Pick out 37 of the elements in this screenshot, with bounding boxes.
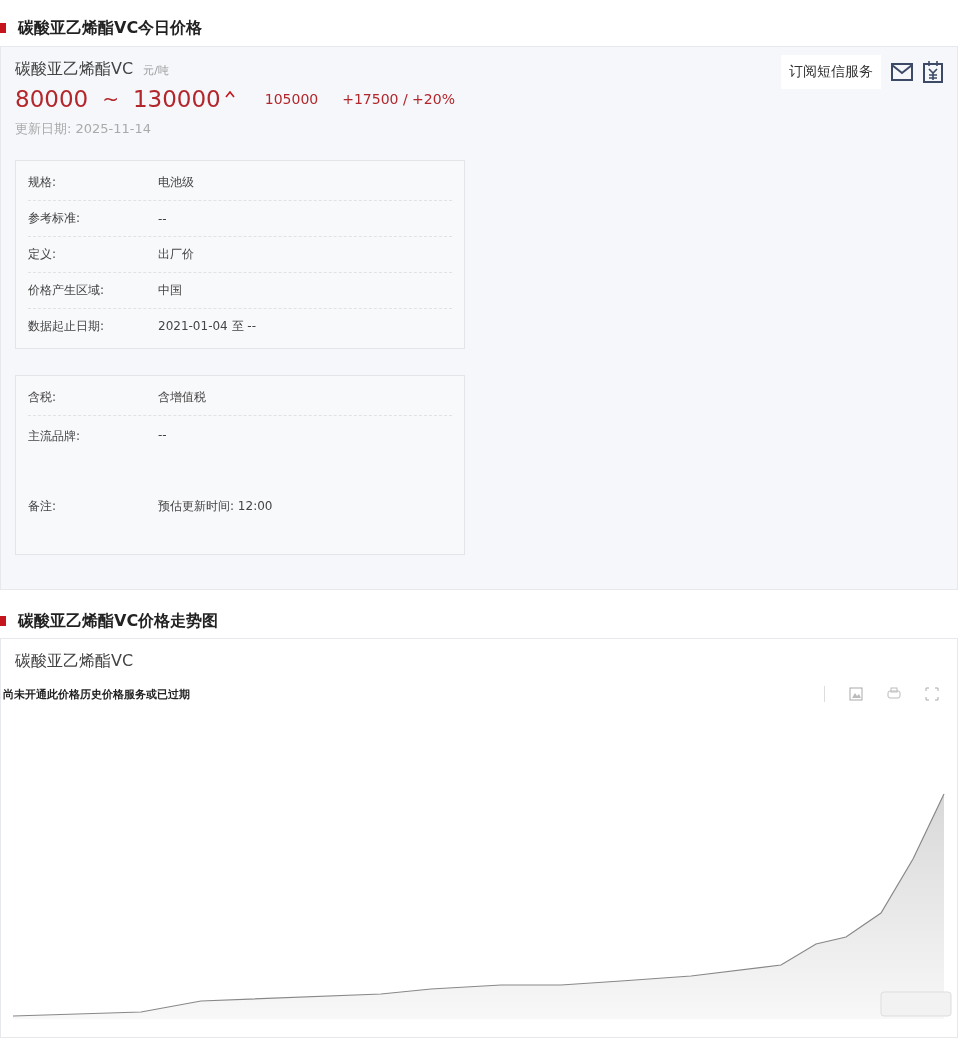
fullscreen-icon[interactable] bbox=[925, 687, 939, 701]
price-high: 130000 bbox=[132, 86, 221, 112]
spec-value: -- bbox=[158, 428, 167, 442]
section-title: 碳酸亚乙烯酯VC价格走势图 bbox=[18, 610, 219, 632]
price-change: +17500 / +20% bbox=[342, 91, 455, 107]
up-caret-icon bbox=[224, 90, 235, 98]
mail-icon[interactable] bbox=[891, 63, 913, 81]
spec-label: 参考标准: bbox=[28, 210, 82, 227]
spec-value: 2021-01-04 至 -- bbox=[158, 318, 257, 335]
spec-label: 主流品牌: bbox=[28, 428, 82, 445]
spec-label: 规格: bbox=[28, 174, 58, 191]
product-name: 碳酸亚乙烯酯VC bbox=[15, 59, 134, 80]
yen-calendar-icon[interactable] bbox=[923, 61, 943, 83]
section-marker bbox=[0, 23, 6, 33]
update-date: 更新日期: 2025-11-14 bbox=[15, 120, 153, 138]
spec-label: 价格产生区域: bbox=[28, 282, 106, 299]
spec-label: 定义: bbox=[28, 246, 58, 263]
chart-title: 碳酸亚乙烯酯VC bbox=[15, 651, 135, 672]
average-price: 105000 bbox=[264, 91, 319, 107]
spec-label: 数据起止日期: bbox=[28, 318, 106, 335]
spec-value: 中国 bbox=[158, 282, 182, 299]
spec-value: 含增值税 bbox=[158, 389, 206, 406]
spec-label: 含税: bbox=[28, 389, 58, 406]
image-icon[interactable] bbox=[849, 687, 863, 701]
spec-value: -- bbox=[158, 211, 167, 226]
subscribe-button[interactable]: 订阅短信服务 bbox=[781, 55, 881, 89]
spec-value: 预估更新时间: 12:00 bbox=[158, 498, 273, 515]
price-low: 80000 bbox=[15, 86, 89, 112]
spec-label: 备注: bbox=[28, 498, 58, 515]
spec-value: 电池级 bbox=[158, 174, 194, 191]
section-marker bbox=[0, 616, 6, 626]
notice-text: 尚未开通此价格历史价格服务或已过期 bbox=[3, 686, 190, 702]
range-separator: ~ bbox=[102, 87, 119, 111]
print-icon[interactable] bbox=[887, 687, 901, 701]
spec-value: 出厂价 bbox=[158, 246, 194, 263]
unit-label: 元/吨 bbox=[143, 63, 169, 78]
section-title: 碳酸亚乙烯酯VC今日价格 bbox=[18, 17, 203, 39]
